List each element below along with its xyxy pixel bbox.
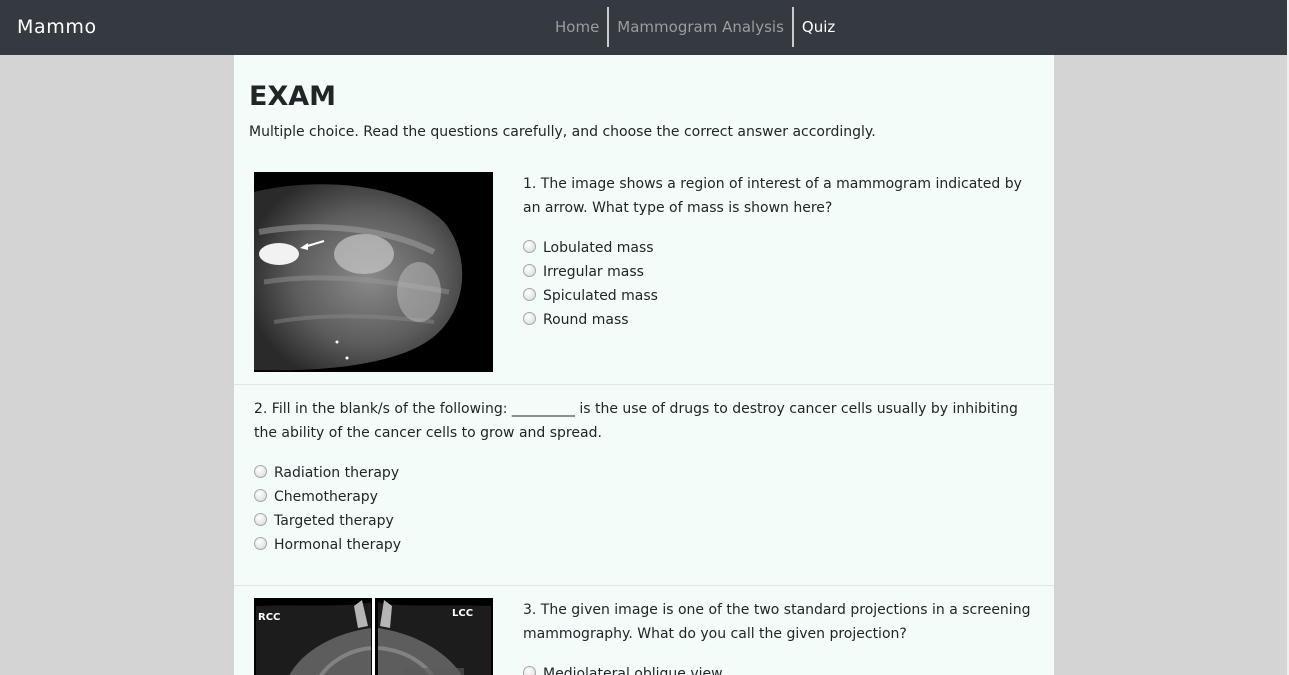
exam-panel: EXAM Multiple choice. Read the questions… bbox=[234, 55, 1054, 675]
question-1-mammogram-image bbox=[254, 172, 493, 372]
navbar: Mammo Home Mammogram Analysis Quiz bbox=[0, 0, 1287, 55]
image-label-rcc: RCC bbox=[258, 612, 280, 623]
option-label: Round mass bbox=[543, 312, 629, 328]
question-divider bbox=[234, 585, 1054, 586]
option-label: Chemotherapy bbox=[274, 489, 378, 505]
page-title: EXAM bbox=[249, 81, 337, 112]
radio-button[interactable] bbox=[523, 264, 536, 277]
answer-option[interactable]: Round mass bbox=[523, 308, 658, 332]
option-label: Irregular mass bbox=[543, 264, 644, 280]
nav-links: Home Mammogram Analysis Quiz bbox=[547, 7, 843, 47]
radio-button[interactable] bbox=[254, 537, 267, 550]
question-divider bbox=[234, 384, 1054, 385]
option-label: Lobulated mass bbox=[543, 240, 654, 256]
radio-button[interactable] bbox=[523, 312, 536, 325]
radio-button[interactable] bbox=[254, 465, 267, 478]
option-label: Radiation therapy bbox=[274, 465, 400, 481]
image-label-lcc: LCC bbox=[452, 608, 473, 619]
answer-option[interactable]: Spiculated mass bbox=[523, 284, 658, 308]
question-1-text: 1. The image shows a region of interest … bbox=[523, 176, 1022, 216]
answer-option[interactable]: Mediolateral oblique view bbox=[523, 662, 723, 675]
nav-link-mammogram-analysis[interactable]: Mammogram Analysis bbox=[609, 7, 792, 47]
radio-button[interactable] bbox=[254, 513, 267, 526]
option-label: Hormonal therapy bbox=[274, 537, 402, 553]
option-label: Targeted therapy bbox=[274, 513, 394, 529]
answer-option[interactable]: Hormonal therapy bbox=[254, 533, 401, 557]
question-2-text: 2. Fill in the blank/s of the following:… bbox=[254, 401, 1018, 441]
nav-link-quiz[interactable]: Quiz bbox=[794, 7, 843, 47]
radio-button[interactable] bbox=[523, 288, 536, 301]
question-1-options: Lobulated mass Irregular mass Spiculated… bbox=[523, 236, 658, 332]
brand-logo[interactable]: Mammo bbox=[17, 16, 97, 38]
nav-link-home[interactable]: Home bbox=[547, 7, 607, 47]
option-label: Spiculated mass bbox=[543, 288, 658, 304]
answer-option[interactable]: Radiation therapy bbox=[254, 461, 401, 485]
question-2-options: Radiation therapy Chemotherapy Targeted … bbox=[254, 461, 401, 557]
question-3-text: 3. The given image is one of the two sta… bbox=[523, 602, 1031, 642]
answer-option[interactable]: Irregular mass bbox=[523, 260, 658, 284]
exam-instructions: Multiple choice. Read the questions care… bbox=[249, 124, 876, 140]
radio-button[interactable] bbox=[523, 240, 536, 253]
radio-button[interactable] bbox=[254, 489, 267, 502]
question-3-options: Mediolateral oblique view bbox=[523, 662, 723, 675]
radio-button[interactable] bbox=[523, 666, 536, 675]
option-label: Mediolateral oblique view bbox=[543, 666, 723, 675]
question-3-mammogram-image: RCC LCC bbox=[254, 598, 493, 675]
answer-option[interactable]: Targeted therapy bbox=[254, 509, 401, 533]
answer-option[interactable]: Lobulated mass bbox=[523, 236, 658, 260]
answer-option[interactable]: Chemotherapy bbox=[254, 485, 401, 509]
